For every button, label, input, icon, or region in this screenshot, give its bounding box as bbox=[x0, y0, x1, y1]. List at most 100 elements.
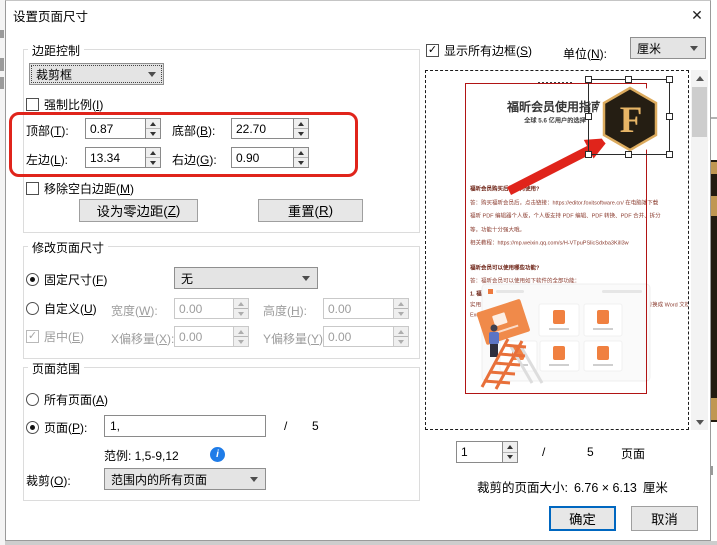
fixed-size-value: 无 bbox=[181, 270, 193, 287]
width-spinner bbox=[234, 298, 249, 319]
left-margin-field: 13.34 bbox=[85, 147, 161, 168]
x-offset-input: 0.00 bbox=[174, 326, 234, 347]
bottom-margin-spinner[interactable] bbox=[294, 118, 309, 139]
x-offset-label: X偏移量(X): bbox=[111, 330, 174, 347]
y-offset-field: 0.00 bbox=[323, 326, 409, 347]
left-margin-spinner[interactable] bbox=[146, 147, 161, 168]
scrollbar-thumb[interactable] bbox=[692, 87, 707, 137]
box-type-value: 裁剪框 bbox=[36, 66, 72, 83]
page-size-dialog: 设置页面尺寸 ✕ 边距控制 裁剪框 强制比例(I) 顶部(T): 0.87 底部… bbox=[5, 0, 711, 541]
cancel-button[interactable]: 取消 bbox=[631, 506, 698, 531]
crop-scope-select[interactable]: 范围内的所有页面 bbox=[104, 468, 266, 490]
bottom-margin-field: 22.70 bbox=[231, 118, 309, 139]
pages-radio-label: 页面(P): bbox=[44, 419, 87, 436]
resize-group-title: 修改页面尺寸 bbox=[28, 239, 108, 256]
all-pages-label: 所有页面(A) bbox=[44, 391, 108, 408]
cropped-page-size-text: 裁剪的页面大小:6.76 × 6.13厘米 bbox=[477, 477, 674, 496]
crop-scope-value: 范围内的所有页面 bbox=[111, 471, 207, 488]
right-margin-field: 0.90 bbox=[231, 147, 309, 168]
resize-handle[interactable] bbox=[666, 76, 673, 83]
bottom-margin-input[interactable]: 22.70 bbox=[231, 118, 294, 139]
scroll-down-icon[interactable] bbox=[691, 414, 708, 430]
checkbox-box bbox=[26, 182, 39, 195]
page-preview[interactable]: 福昕会员使用指南 全球 5.6 亿用户的选择 福昕会员购买后能如何使用? 答：购… bbox=[425, 70, 689, 430]
remove-white-margins-checkbox[interactable]: 移除空白边距(M) bbox=[26, 180, 134, 197]
width-label: 宽度(W): bbox=[111, 302, 158, 319]
units-value: 厘米 bbox=[637, 40, 661, 57]
left-margin-input[interactable]: 13.34 bbox=[85, 147, 146, 168]
show-all-boxes-label: 显示所有边框(S) bbox=[444, 42, 532, 59]
all-pages-radio[interactable]: 所有页面(A) bbox=[26, 391, 108, 408]
chevron-down-icon bbox=[690, 46, 698, 51]
resize-handle[interactable] bbox=[625, 151, 632, 158]
margin-group-title: 边距控制 bbox=[28, 42, 84, 59]
top-margin-input[interactable]: 0.87 bbox=[85, 118, 146, 139]
height-field: 0.00 bbox=[323, 298, 409, 319]
pages-example-text: 范例: 1,5-9,12 bbox=[104, 447, 179, 464]
reset-button[interactable]: 重置(R) bbox=[258, 199, 363, 222]
resize-handle[interactable] bbox=[585, 151, 592, 158]
y-offset-input: 0.00 bbox=[323, 326, 394, 347]
radio-dot bbox=[26, 273, 39, 286]
custom-size-label: 自定义(U) bbox=[44, 300, 97, 317]
pages-total: 5 bbox=[312, 419, 319, 433]
pager-label: 页面 bbox=[621, 445, 645, 462]
page-number-field: 1 bbox=[456, 441, 518, 463]
height-input: 0.00 bbox=[323, 298, 394, 319]
x-offset-spinner bbox=[234, 326, 249, 347]
pages-radio[interactable]: 页面(P): bbox=[26, 419, 87, 436]
radio-dot bbox=[26, 393, 39, 406]
radio-dot bbox=[26, 421, 39, 434]
set-zero-margins-button[interactable]: 设为零边距(Z) bbox=[79, 199, 198, 222]
top-margin-spinner[interactable] bbox=[146, 118, 161, 139]
chevron-down-icon bbox=[148, 72, 156, 77]
info-icon[interactable]: i bbox=[210, 447, 225, 462]
selection-rectangle[interactable] bbox=[588, 79, 670, 155]
crop-size-value: 6.76 × 6.13 bbox=[574, 481, 637, 495]
constrain-proportions-checkbox[interactable]: 强制比例(I) bbox=[26, 96, 103, 113]
pager-total: 5 bbox=[587, 445, 594, 459]
page-number-input[interactable]: 1 bbox=[456, 441, 503, 463]
pages-input[interactable]: 1, bbox=[104, 415, 266, 437]
page-number-spinner[interactable] bbox=[503, 441, 518, 463]
custom-size-radio[interactable]: 自定义(U) bbox=[26, 300, 97, 317]
resize-handle[interactable] bbox=[585, 76, 592, 83]
resize-handle[interactable] bbox=[666, 151, 673, 158]
dialog-title: 设置页面尺寸 bbox=[13, 6, 88, 25]
ok-button[interactable]: 确定 bbox=[549, 506, 616, 531]
preview-scrollbar[interactable] bbox=[691, 70, 708, 430]
box-type-select[interactable]: 裁剪框 bbox=[29, 63, 164, 85]
right-margin-input[interactable]: 0.90 bbox=[231, 147, 294, 168]
crop-size-label: 裁剪的页面大小: bbox=[477, 481, 568, 495]
chevron-down-icon bbox=[250, 477, 258, 482]
checkbox-box: ✓ bbox=[26, 330, 39, 343]
center-label: 居中(E) bbox=[44, 328, 84, 345]
x-offset-field: 0.00 bbox=[174, 326, 249, 347]
checkbox-box bbox=[26, 98, 39, 111]
resize-handle[interactable] bbox=[585, 113, 592, 120]
y-offset-label: Y偏移量(Y): bbox=[263, 330, 326, 347]
resize-handle[interactable] bbox=[625, 76, 632, 83]
resize-handle[interactable] bbox=[666, 113, 673, 120]
fixed-size-select[interactable]: 无 bbox=[174, 267, 318, 289]
pager-separator: / bbox=[542, 445, 545, 459]
y-offset-spinner bbox=[394, 326, 409, 347]
fixed-size-radio[interactable]: 固定尺寸(F) bbox=[26, 271, 107, 288]
right-margin-spinner[interactable] bbox=[294, 147, 309, 168]
page-range-title: 页面范围 bbox=[28, 360, 84, 377]
width-field: 0.00 bbox=[174, 298, 249, 319]
chevron-down-icon bbox=[302, 276, 310, 281]
close-icon[interactable]: ✕ bbox=[686, 6, 708, 25]
fixed-size-label: 固定尺寸(F) bbox=[44, 271, 107, 288]
width-input: 0.00 bbox=[174, 298, 234, 319]
top-margin-field: 0.87 bbox=[85, 118, 161, 139]
show-all-boxes-checkbox[interactable]: ✓ 显示所有边框(S) bbox=[426, 42, 532, 59]
constrain-proportions-label: 强制比例(I) bbox=[44, 96, 103, 113]
units-select[interactable]: 厘米 bbox=[630, 37, 706, 59]
top-margin-label: 顶部(T): bbox=[26, 122, 69, 139]
pages-separator: / bbox=[284, 419, 287, 433]
bottom-margin-label: 底部(B): bbox=[172, 122, 215, 139]
remove-white-margins-label: 移除空白边距(M) bbox=[44, 180, 134, 197]
left-margin-label: 左边(L): bbox=[26, 151, 68, 168]
scroll-up-icon[interactable] bbox=[691, 70, 708, 86]
